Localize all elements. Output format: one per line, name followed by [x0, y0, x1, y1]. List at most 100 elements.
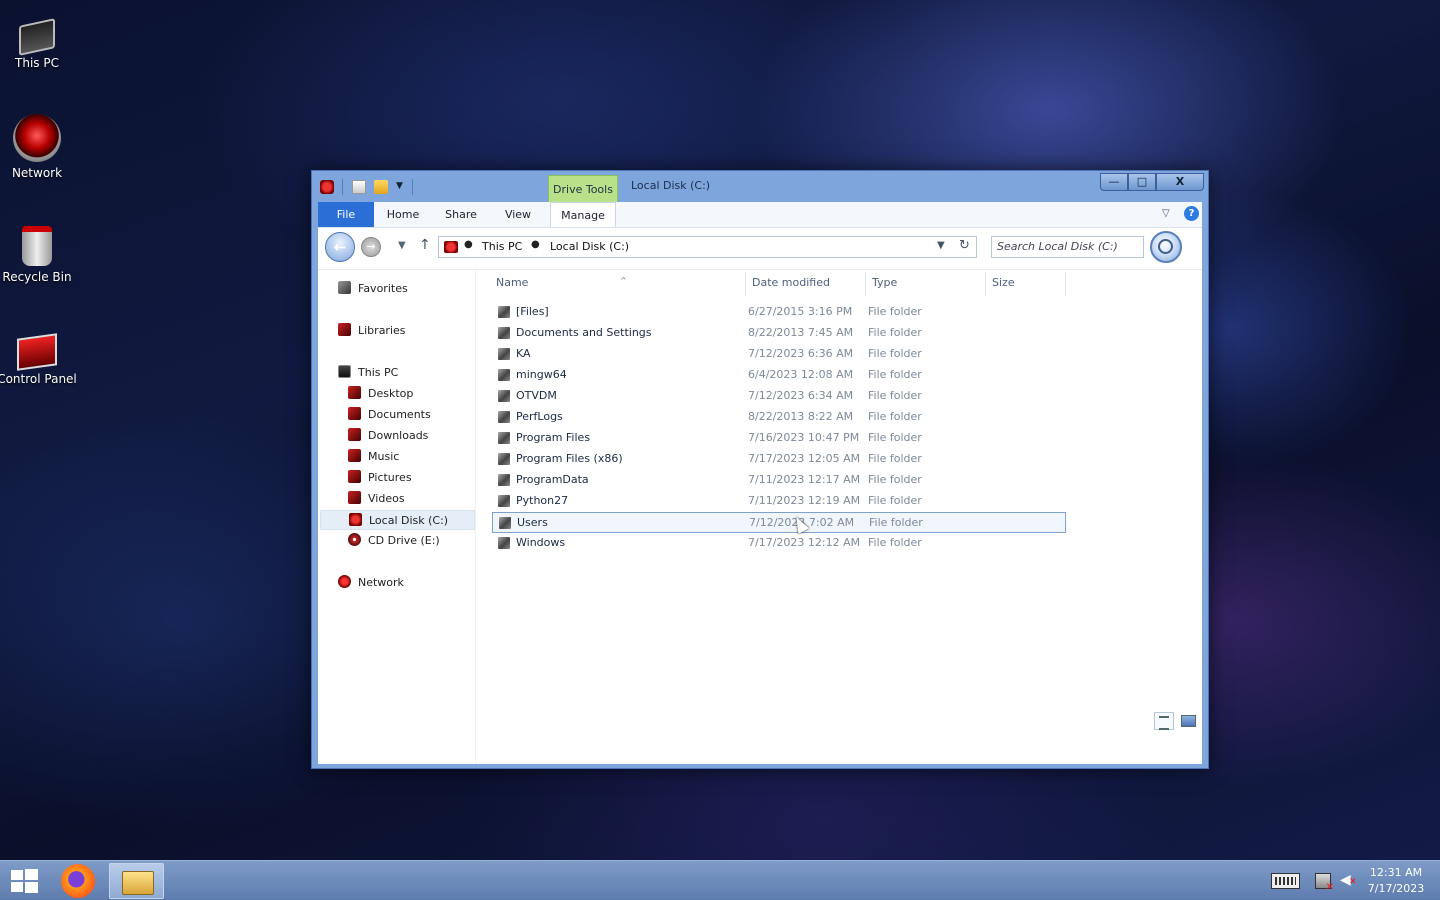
- file-name: [Files]: [516, 305, 549, 318]
- app-icon[interactable]: [320, 180, 334, 194]
- file-row[interactable]: Program Files (x86) 7/17/2023 12:05 AM Fil…: [492, 449, 1066, 470]
- nav-desktop[interactable]: Desktop: [348, 384, 413, 404]
- file-type: File folder: [868, 305, 922, 318]
- ribbon-tabs: File Home Share View Manage ▽ ?: [318, 202, 1202, 228]
- file-name: KA: [516, 347, 531, 360]
- file-name: Python27: [516, 494, 569, 507]
- up-one-level-icon[interactable]: ↑: [419, 237, 431, 253]
- column-header-size[interactable]: Size: [986, 272, 1066, 296]
- file-row[interactable]: OTVDM 7/12/2023 6:34 AM File folder: [492, 386, 1066, 407]
- file-name: Windows: [516, 536, 566, 549]
- window-client: File Home Share View Manage ▽ ? ← → ▼ ↑ …: [318, 202, 1202, 764]
- search-icon[interactable]: [1150, 231, 1182, 263]
- nav-local-disk[interactable]: Local Disk (C:): [320, 510, 475, 530]
- maximize-button[interactable]: □: [1128, 173, 1156, 191]
- start-button[interactable]: [9, 867, 39, 895]
- file-row[interactable]: [Files] 6/27/2015 3:16 PM File folder: [492, 302, 1066, 323]
- nav-music[interactable]: Music: [348, 447, 399, 467]
- desktop-icon-recycle-bin[interactable]: Recycle Bin: [0, 226, 77, 284]
- volume-muted-icon[interactable]: ◀: [1340, 872, 1356, 888]
- nav-downloads[interactable]: Downloads: [348, 426, 428, 446]
- nav-this-pc[interactable]: This PC: [338, 363, 398, 383]
- file-row[interactable]: mingw64 6/4/2023 12:08 AM File folder: [492, 365, 1066, 386]
- customize-toolbar-icon[interactable]: ▼: [396, 181, 406, 195]
- nav-libraries[interactable]: Libraries: [338, 321, 406, 341]
- recent-locations-icon[interactable]: ▼: [398, 240, 406, 251]
- firefox-icon[interactable]: [61, 864, 95, 898]
- new-folder-icon[interactable]: [374, 180, 388, 194]
- tab-share[interactable]: Share: [436, 202, 486, 227]
- large-icons-view-icon[interactable]: [1178, 712, 1198, 730]
- file-name: mingw64: [516, 368, 567, 381]
- close-button[interactable]: X: [1156, 173, 1204, 191]
- properties-icon[interactable]: [352, 180, 366, 194]
- search-input[interactable]: Search Local Disk (C:): [991, 236, 1144, 258]
- nav-videos[interactable]: Videos: [348, 489, 405, 509]
- file-name: Users: [517, 516, 548, 529]
- file-type: File folder: [868, 368, 922, 381]
- nav-label: Documents: [368, 408, 431, 421]
- help-icon[interactable]: ?: [1184, 206, 1199, 221]
- music-folder-icon: [348, 449, 361, 462]
- nav-documents[interactable]: Documents: [348, 405, 431, 425]
- column-header-date[interactable]: Date modified: [746, 272, 866, 296]
- windows-logo-pane: [25, 882, 38, 893]
- file-row[interactable]: PerfLogs 8/22/2013 8:22 AM File folder: [492, 407, 1066, 428]
- file-explorer-taskbar-button[interactable]: [109, 863, 164, 899]
- clock-time: 12:31 AM: [1369, 866, 1423, 879]
- folder-icon: [498, 537, 510, 549]
- forward-button[interactable]: →: [361, 237, 381, 257]
- file-row[interactable]: ProgramData 7/11/2023 12:17 AM File folder: [492, 470, 1066, 491]
- file-row[interactable]: Python27 7/11/2023 12:19 AM File folder: [492, 491, 1066, 512]
- column-header-name[interactable]: Name ^: [490, 272, 746, 296]
- breadcrumb-local-disk[interactable]: Local Disk (C:): [550, 240, 629, 253]
- minimize-button[interactable]: —: [1100, 173, 1128, 191]
- nav-label: Libraries: [358, 324, 406, 337]
- navigation-bar: ← → ▼ ↑ ● This PC ● Local Disk (C:) ▼ ↻ …: [318, 228, 1202, 270]
- address-bar[interactable]: ● This PC ● Local Disk (C:) ▼ ↻: [438, 236, 977, 258]
- file-row[interactable]: Users 7/12/2023 7:02 AM File folder: [492, 512, 1066, 533]
- nav-label: Desktop: [368, 387, 414, 400]
- tab-manage[interactable]: Manage: [550, 202, 616, 227]
- nav-label: Local Disk (C:): [369, 514, 449, 527]
- breadcrumb-separator[interactable]: ●: [531, 239, 540, 250]
- tab-view[interactable]: View: [496, 202, 540, 227]
- folder-icon: [498, 327, 510, 339]
- file-type: File folder: [868, 410, 922, 423]
- desktop-icon-this-pc[interactable]: This PC: [0, 14, 77, 70]
- file-row[interactable]: KA 7/12/2023 6:36 AM File folder: [492, 344, 1066, 365]
- back-button[interactable]: ←: [325, 232, 355, 262]
- file-type: File folder: [868, 536, 922, 549]
- breadcrumb-separator[interactable]: ●: [464, 239, 473, 250]
- nav-network[interactable]: Network: [338, 573, 404, 593]
- file-row[interactable]: Windows 7/17/2023 12:12 AM File folder: [492, 533, 1066, 554]
- folder-icon: [498, 369, 510, 381]
- tab-home[interactable]: Home: [380, 202, 426, 227]
- tab-file[interactable]: File: [318, 202, 374, 227]
- computer-icon: [19, 18, 55, 56]
- clock[interactable]: 12:31 AM 7/17/2023: [1360, 865, 1432, 897]
- folder-icon: [498, 453, 510, 465]
- network-disconnected-icon[interactable]: [1315, 873, 1334, 893]
- breadcrumb-this-pc[interactable]: This PC: [482, 240, 522, 253]
- expand-ribbon-icon[interactable]: ▽: [1162, 208, 1170, 219]
- nav-label: Pictures: [368, 471, 412, 484]
- title-bar[interactable]: ▼ Drive Tools Local Disk (C:) — □ X: [312, 171, 1208, 202]
- nav-cd-drive[interactable]: CD Drive (E:): [348, 531, 440, 551]
- keyboard-icon[interactable]: [1271, 873, 1300, 889]
- address-dropdown-icon[interactable]: ▼: [937, 240, 945, 251]
- desktop-icon-control-panel[interactable]: Control Panel: [0, 328, 77, 386]
- refresh-icon[interactable]: ↻: [959, 238, 970, 253]
- file-type: File folder: [868, 389, 922, 402]
- nav-favorites[interactable]: Favorites: [338, 279, 408, 299]
- recycle-bin-icon: [22, 226, 52, 266]
- column-header-type[interactable]: Type: [866, 272, 986, 296]
- file-date: 7/11/2023 12:19 AM: [748, 494, 861, 507]
- details-view-icon[interactable]: [1154, 712, 1174, 730]
- file-type: File folder: [868, 431, 922, 444]
- nav-pictures[interactable]: Pictures: [348, 468, 412, 488]
- desktop-icon-network[interactable]: Network: [0, 114, 77, 180]
- windows-logo-pane: [25, 869, 38, 880]
- file-row[interactable]: Documents and Settings 8/22/2013 7:45 AM F…: [492, 323, 1066, 344]
- file-row[interactable]: Program Files 7/16/2023 10:47 PM File fold…: [492, 428, 1066, 449]
